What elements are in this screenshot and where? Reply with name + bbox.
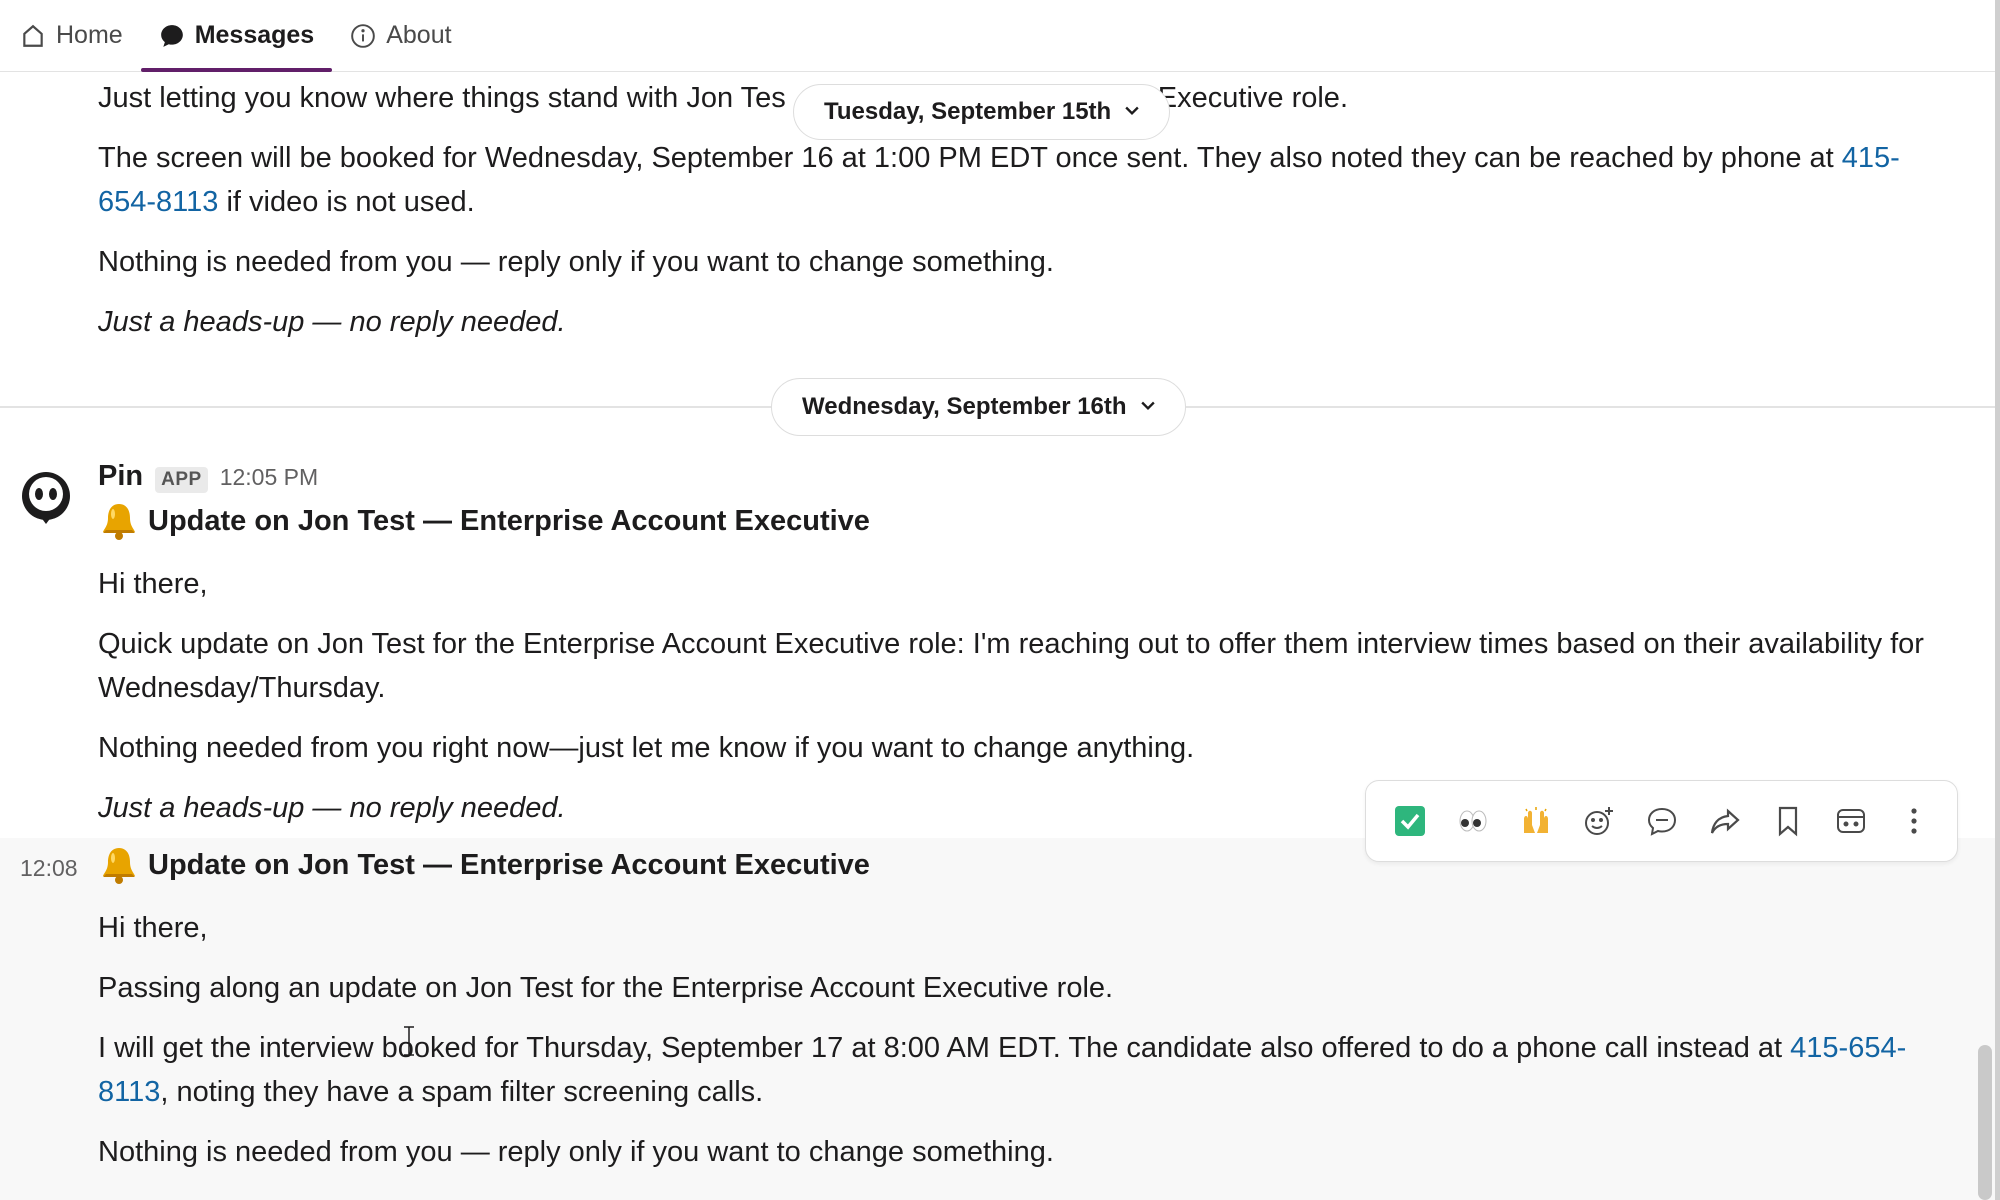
reply-in-thread-button[interactable] [1636,795,1688,847]
prev-message-line-2: The screen will be booked for Wednesday,… [98,136,1938,224]
sticky-date-pill[interactable]: Tuesday, September 15th [793,84,1171,140]
message-timestamp[interactable]: 12:05 PM [220,464,318,491]
reply-thread-icon [1647,807,1676,836]
tab-home[interactable]: Home [0,0,141,71]
tab-about[interactable]: About [332,0,469,71]
message-body-tail: , noting they have a spam filter screeni… [160,1076,764,1108]
save-for-later-button[interactable] [1762,795,1814,847]
prev-message-line-3: Nothing is needed from you — reply only … [98,246,1054,278]
message-bubble-icon [159,23,185,49]
message-title: Update on Jon Test — Enterprise Account … [98,844,870,886]
raised-hands-reaction-button[interactable] [1510,795,1562,847]
text-cursor-icon [402,1026,416,1056]
message-greeting: Hi there, [98,568,208,600]
apps-actions-button[interactable] [1825,795,1877,847]
pin-app-avatar[interactable] [18,470,74,526]
message-title-text: Update on Jon Test — Enterprise Account … [148,848,870,881]
check-mark-reaction-button[interactable] [1384,795,1436,847]
add-reaction-button[interactable] [1573,795,1625,847]
message-greeting: Hi there, [98,912,208,944]
sender-name[interactable]: Pin [98,460,143,493]
eyes-reaction-button[interactable] [1447,795,1499,847]
app-badge: APP [155,467,208,493]
tab-messages-label: Messages [194,21,315,49]
message-title: Update on Jon Test — Enterprise Account … [98,500,870,542]
message-body-line: I will get the interview booked for Thur… [98,1026,1938,1114]
add-reaction-icon [1584,807,1613,835]
info-icon [350,23,376,49]
tab-about-label: About [386,21,452,49]
more-actions-button[interactable] [1888,795,1940,847]
raised-hands-emoji [1523,807,1548,833]
message-body-line: Passing along an update on Jon Test for … [98,972,1114,1004]
eyes-emoji [1459,810,1486,832]
message-note: Nothing needed from you right now—just l… [98,732,1195,764]
check-mark-emoji [1394,806,1425,836]
prev-line-1-tail: Executive role. [1157,82,1348,114]
bell-emoji-icon [98,844,140,886]
message-title-text: Update on Jon Test — Enterprise Account … [148,504,870,537]
message-note: Nothing is needed from you — reply only … [98,1136,1054,1168]
prev-message-footer: Just a heads-up — no reply needed. [98,306,566,338]
date-divider-pill[interactable]: Wednesday, September 16th [771,378,1186,436]
bookmark-icon [1778,806,1797,837]
message-actions-toolbar [1365,780,1958,862]
forward-icon [1710,808,1740,834]
prev-line-1-text: Just letting you know where things stand… [98,82,786,114]
window-edge [1995,0,2000,1200]
hover-timestamp[interactable]: 12:08 [20,855,78,882]
tab-messages[interactable]: Messages [140,0,333,72]
bell-emoji-icon [98,500,140,542]
sticky-date-label: Tuesday, September 15th [824,98,1112,125]
more-actions-icon [1910,808,1917,834]
chevron-down-icon [1125,103,1139,121]
home-icon [20,23,46,49]
chevron-down-icon [1140,398,1155,416]
top-tab-bar: Home Messages About [0,0,1995,72]
tab-home-label: Home [56,21,123,49]
forward-message-button[interactable] [1699,795,1751,847]
prev-line-2-text: The screen will be booked for Wednesday,… [98,142,1842,174]
apps-icon [1836,809,1865,833]
date-divider-label: Wednesday, September 16th [802,393,1127,420]
message-sender-row: Pin APP 12:05 PM [98,460,318,493]
prev-line-2-tail: if video is not used. [218,186,475,218]
message-body-text: I will get the interview booked for Thur… [98,1032,1791,1064]
scrollbar-thumb[interactable] [1978,1045,1992,1200]
message-body: Quick update on Jon Test for the Enterpr… [98,628,1924,704]
